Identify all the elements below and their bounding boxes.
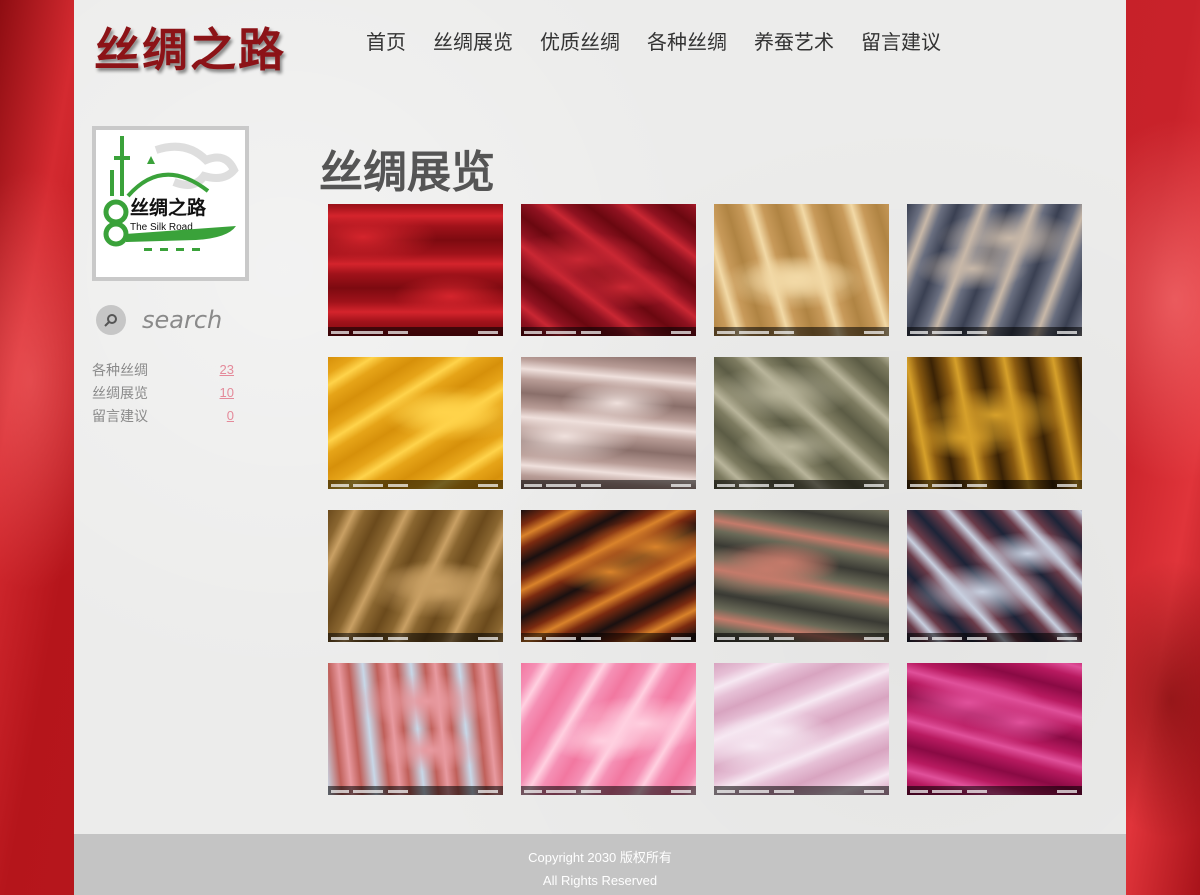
nav-item-feedback[interactable]: 留言建议 [861,26,941,55]
nav-item-silk-exhibition[interactable]: 丝绸展览 [433,26,513,55]
gallery-image-blush-satin[interactable] [714,663,889,795]
gallery-image-magenta-satin[interactable] [907,663,1082,795]
category-item: 留言建议 0 [92,404,234,427]
gallery-image-dark-rose-brocade[interactable] [714,510,889,642]
category-item: 各种丝绸 23 [92,358,234,381]
nav-item-silk-types[interactable]: 各种丝绸 [647,26,727,55]
search-icon [104,314,117,327]
nav-item-home[interactable]: 首页 [366,26,406,55]
category-item: 丝绸展览 10 [92,381,234,404]
footer-copyright: Copyright 2030 版权所有 [528,850,672,865]
gallery-image-red-silk-1[interactable] [328,204,503,336]
gallery-image-blue-rose-satin[interactable] [907,510,1082,642]
silk-gallery-grid [328,204,1082,795]
gallery-image-paisley-silk[interactable] [521,510,696,642]
gallery-image-gold-ruffled-silk[interactable] [714,204,889,336]
gallery-image-grey-floral-silk[interactable] [907,204,1082,336]
gallery-image-bronze-satin[interactable] [907,357,1082,489]
gallery-image-champagne-jacquard[interactable] [521,357,696,489]
nav-item-sericulture[interactable]: 养蚕艺术 [754,26,834,55]
category-label-feedback[interactable]: 留言建议 [92,406,148,426]
site-logo-title[interactable]: 丝绸之路 [94,14,286,77]
gallery-image-yellow-floral-silk[interactable] [328,357,503,489]
category-label-silk-exhibition[interactable]: 丝绸展览 [92,383,148,403]
category-count-feedback[interactable]: 0 [227,408,234,423]
logo-text-cn: 丝绸之路 [130,196,207,219]
category-list: 各种丝绸 23 丝绸展览 10 留言建议 0 [92,358,234,427]
gallery-image-pink-satin[interactable] [521,663,696,795]
main-nav: 首页 丝绸展览 优质丝绸 各种丝绸 养蚕艺术 留言建议 [366,26,968,55]
search-button[interactable] [96,305,126,335]
nav-item-quality-silk[interactable]: 优质丝绸 [540,26,620,55]
category-count-silk-types[interactable]: 23 [220,362,234,377]
category-count-silk-exhibition[interactable]: 10 [220,385,234,400]
page-container: 丝绸之路 首页 丝绸展览 优质丝绸 各种丝绸 养蚕艺术 留言建议 丝绸之路 Th… [74,0,1126,895]
page-title: 丝绸展览 [319,148,495,197]
footer-rights: All Rights Reserved [542,873,658,888]
gallery-image-pink-blossom-silk[interactable] [328,663,503,795]
search-input[interactable] [142,306,292,334]
gallery-image-olive-silk[interactable] [714,357,889,489]
gallery-image-red-silk-2[interactable] [521,204,696,336]
search-box [96,305,292,335]
category-label-silk-types[interactable]: 各种丝绸 [92,360,148,380]
silk-road-logo-image: 丝绸之路 The Silk Road [92,126,249,281]
gallery-image-tan-jacquard[interactable] [328,510,503,642]
footer: Copyright 2030 版权所有 All Rights Reserved [74,834,1126,895]
